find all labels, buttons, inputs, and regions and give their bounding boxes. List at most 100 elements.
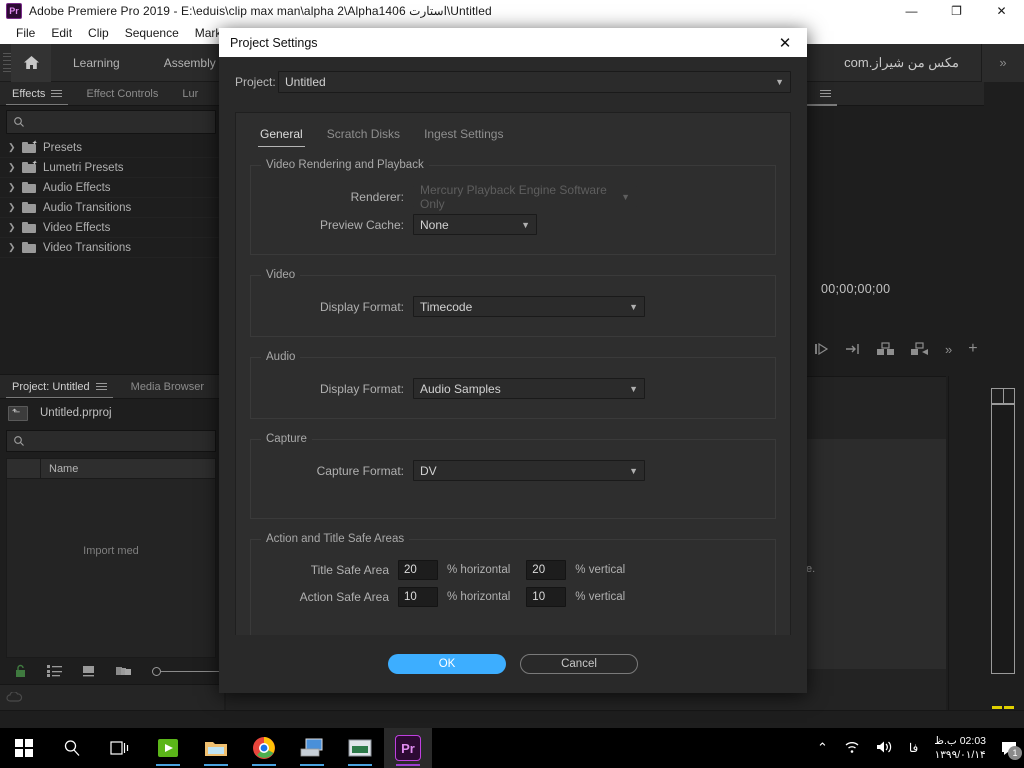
edius-app-button[interactable] bbox=[144, 728, 192, 768]
language-indicator[interactable]: فا bbox=[901, 741, 926, 755]
monitor-more-icon[interactable]: » bbox=[945, 342, 952, 357]
renderer-dropdown: Mercury Playback Engine Software Only ▼ bbox=[413, 183, 637, 211]
notifications-button[interactable]: 1 bbox=[994, 728, 1024, 768]
action-safe-vertical-input[interactable] bbox=[526, 587, 567, 607]
premiere-app-button[interactable]: Pr bbox=[384, 728, 432, 768]
play-in-to-out-icon[interactable] bbox=[815, 343, 830, 355]
app-running-indicator bbox=[204, 764, 228, 766]
menu-sequence[interactable]: Sequence bbox=[117, 24, 187, 42]
dialog-body: Project: Untitled ▼ General Scratch Disk… bbox=[219, 57, 807, 679]
lock-icon[interactable] bbox=[14, 664, 27, 678]
go-to-out-icon[interactable] bbox=[846, 343, 861, 355]
tab-effect-controls[interactable]: Effect Controls bbox=[74, 82, 170, 105]
search-button[interactable] bbox=[48, 728, 96, 768]
cancel-button[interactable]: Cancel bbox=[520, 654, 638, 674]
audio-meters-panel[interactable] bbox=[948, 376, 1024, 710]
tree-item-presets[interactable]: ❯ ✦ Presets bbox=[0, 138, 222, 158]
tree-item-audio-transitions[interactable]: ❯ Audio Transitions bbox=[0, 198, 222, 218]
folder-icon bbox=[22, 202, 36, 213]
menu-edit[interactable]: Edit bbox=[43, 24, 80, 42]
renderer-row: Renderer: Mercury Playback Engine Softwa… bbox=[261, 183, 765, 211]
tab-ingest-settings[interactable]: Ingest Settings bbox=[414, 123, 513, 147]
freeform-view-icon[interactable] bbox=[116, 665, 132, 677]
system-tray: ⌃ فا 02:03 ب.ظ ۱۳۹۹/۰۱/۱۴ 1 bbox=[809, 728, 1024, 768]
tab-project[interactable]: Project: Untitled bbox=[0, 375, 119, 398]
computer-icon bbox=[300, 738, 323, 757]
network-app-button[interactable] bbox=[288, 728, 336, 768]
project-settings-dialog: Project Settings ✕ Project: Untitled ▼ G… bbox=[219, 28, 807, 693]
chevron-right-icon[interactable]: ❯ bbox=[8, 182, 22, 193]
maximize-button[interactable]: ❐ bbox=[934, 0, 979, 22]
capture-format-row: Capture Format: DV ▼ bbox=[261, 460, 765, 481]
workspace-more-icon[interactable]: » bbox=[982, 43, 1024, 82]
panel-grip-icon[interactable] bbox=[3, 52, 11, 73]
list-view-icon[interactable] bbox=[47, 665, 62, 677]
tree-item-video-transitions[interactable]: ❯ Video Transitions bbox=[0, 238, 222, 258]
audio-display-format-label: Display Format: bbox=[319, 381, 404, 396]
chevron-right-icon[interactable]: ❯ bbox=[8, 242, 22, 253]
show-hidden-icons-icon[interactable]: ⌃ bbox=[809, 740, 836, 756]
file-explorer-button[interactable] bbox=[192, 728, 240, 768]
start-button[interactable] bbox=[0, 728, 48, 768]
premiere-icon: Pr bbox=[395, 735, 421, 761]
chevron-right-icon[interactable]: ❯ bbox=[8, 162, 22, 173]
task-view-button[interactable] bbox=[96, 728, 144, 768]
chevron-right-icon[interactable]: ❯ bbox=[8, 142, 22, 153]
chevron-right-icon[interactable]: ❯ bbox=[8, 222, 22, 233]
lift-icon[interactable] bbox=[877, 342, 895, 356]
home-button[interactable] bbox=[11, 43, 51, 82]
minimize-button[interactable]: — bbox=[889, 0, 934, 22]
ok-button[interactable]: OK bbox=[388, 654, 506, 674]
workspace-tab-learning[interactable]: Learning bbox=[51, 44, 142, 82]
clock[interactable]: 02:03 ب.ظ ۱۳۹۹/۰۱/۱۴ bbox=[926, 734, 994, 762]
tab-media-browser[interactable]: Media Browser bbox=[119, 375, 216, 398]
project-file-row[interactable]: Untitled.prproj bbox=[0, 399, 222, 427]
volume-icon[interactable] bbox=[868, 740, 901, 757]
video-display-format-dropdown[interactable]: Timecode ▼ bbox=[413, 296, 645, 317]
project-search-input[interactable] bbox=[6, 430, 216, 452]
zoom-slider[interactable] bbox=[152, 666, 219, 676]
bin-column-name[interactable]: Name bbox=[41, 463, 78, 475]
action-safe-horizontal-input[interactable] bbox=[398, 587, 438, 607]
tab-effects[interactable]: Effects bbox=[0, 82, 74, 105]
program-timecode[interactable]: 00;00;00;00 bbox=[821, 282, 890, 296]
edius-icon bbox=[158, 739, 178, 757]
project-selector-dropdown[interactable]: Untitled ▼ bbox=[278, 71, 791, 93]
workspace-tab-custom[interactable]: مکس من شیراز.com bbox=[822, 44, 981, 82]
dialog-close-icon[interactable]: ✕ bbox=[763, 28, 807, 57]
close-button[interactable]: ✕ bbox=[979, 0, 1024, 22]
menu-file[interactable]: File bbox=[8, 24, 43, 42]
panel-menu-icon[interactable] bbox=[51, 90, 63, 97]
tree-item-label: Lumetri Presets bbox=[43, 161, 124, 174]
preview-cache-dropdown[interactable]: None ▼ bbox=[413, 214, 537, 235]
bin-column-header: Name bbox=[7, 458, 215, 479]
project-bin-area[interactable]: Name Import med bbox=[6, 458, 216, 658]
icon-view-icon[interactable] bbox=[82, 665, 96, 677]
panel-menu-icon[interactable] bbox=[95, 383, 107, 390]
media-app-button[interactable] bbox=[336, 728, 384, 768]
title-safe-vertical-input[interactable] bbox=[526, 560, 567, 580]
capture-format-dropdown[interactable]: DV ▼ bbox=[413, 460, 645, 481]
menu-clip[interactable]: Clip bbox=[80, 24, 117, 42]
audio-display-format-dropdown[interactable]: Audio Samples ▼ bbox=[413, 378, 645, 399]
chevron-right-icon[interactable]: ❯ bbox=[8, 202, 22, 213]
effects-search-input[interactable] bbox=[6, 110, 216, 134]
program-monitor-panel[interactable]: 00;00;00;00 » + bbox=[798, 82, 984, 374]
tree-item-audio-effects[interactable]: ❯ Audio Effects bbox=[0, 178, 222, 198]
tab-effects-label: Effects bbox=[12, 87, 46, 100]
tab-lumetri[interactable]: Lur bbox=[170, 82, 210, 105]
title-safe-horizontal-input[interactable] bbox=[398, 560, 438, 580]
chrome-button[interactable] bbox=[240, 728, 288, 768]
extract-icon[interactable] bbox=[911, 342, 929, 356]
zoom-slider-knob[interactable] bbox=[152, 666, 161, 676]
parent-bin-icon[interactable] bbox=[8, 405, 28, 421]
tab-general[interactable]: General bbox=[250, 123, 313, 147]
timeline-hint-link[interactable]: e. bbox=[806, 563, 815, 575]
tree-item-lumetri-presets[interactable]: ❯ ✦ Lumetri Presets bbox=[0, 158, 222, 178]
dialog-title: Project Settings bbox=[230, 35, 318, 50]
tree-item-video-effects[interactable]: ❯ Video Effects bbox=[0, 218, 222, 238]
network-icon[interactable] bbox=[836, 740, 868, 757]
tab-scratch-disks[interactable]: Scratch Disks bbox=[317, 123, 410, 147]
monitor-add-button-icon[interactable]: + bbox=[968, 340, 977, 358]
panel-menu-icon[interactable] bbox=[820, 90, 832, 97]
